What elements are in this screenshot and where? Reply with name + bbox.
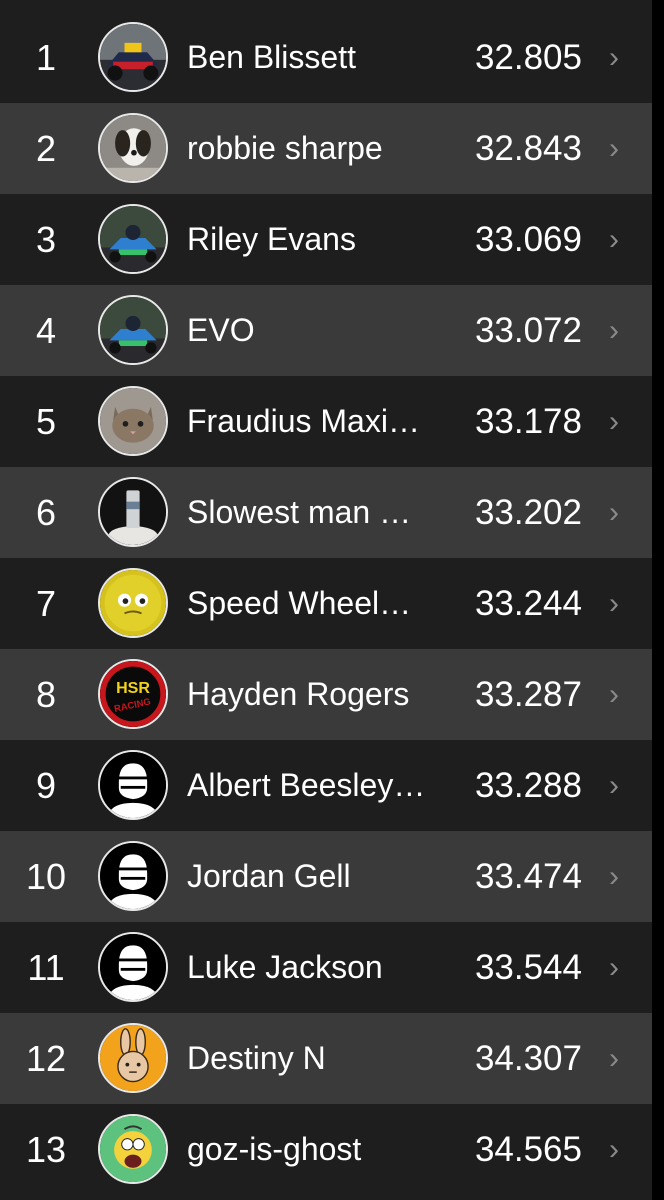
leaderboard-row[interactable]: 4 EVO 33.072 › xyxy=(0,285,652,376)
driver-name: robbie sharpe xyxy=(187,130,383,166)
rank-number: 1 xyxy=(35,37,57,78)
chevron-right-icon[interactable]: › xyxy=(603,194,625,285)
chevron-right-icon[interactable]: › xyxy=(603,285,625,376)
lap-time: 33.288 xyxy=(474,766,582,805)
leaderboard-row[interactable]: 9 Albert Beesley… 33.288 › xyxy=(0,740,652,831)
rank-number: 7 xyxy=(35,583,57,624)
lap-time: 33.202 xyxy=(474,493,582,532)
rank-number: 11 xyxy=(27,947,65,988)
lap-time: 33.178 xyxy=(474,402,582,441)
driver-name: Destiny N xyxy=(187,1040,326,1076)
chevron-right-icon[interactable]: › xyxy=(603,922,625,1013)
lap-time: 33.069 xyxy=(474,220,582,259)
rank-number: 3 xyxy=(35,219,57,260)
chevron-right-icon[interactable]: › xyxy=(603,376,625,467)
leaderboard-row[interactable]: 6 Slowest man … 33.202 › xyxy=(0,467,652,558)
leaderboard-row[interactable]: 5 Fraudius Maxi… 33.178 › xyxy=(0,376,652,467)
leaderboard-row[interactable]: 12 Destiny N 34.307 › xyxy=(0,1013,652,1104)
rank-number: 2 xyxy=(35,128,57,169)
svg-text:HSR: HSR xyxy=(116,679,150,697)
lap-time: 33.287 xyxy=(474,675,582,714)
chevron-right-icon[interactable]: › xyxy=(603,558,625,649)
lap-time: 33.072 xyxy=(474,311,582,350)
chevron-right-icon[interactable]: › xyxy=(603,740,625,831)
dog-photo-avatar xyxy=(98,113,168,183)
lap-time: 34.307 xyxy=(474,1039,582,1078)
driver-name: goz-is-ghost xyxy=(187,1131,362,1167)
driver-name: Albert Beesley… xyxy=(187,767,426,803)
leaderboard-row[interactable]: 10 Jordan Gell 33.474 › xyxy=(0,831,652,922)
bunny-cartoon-avatar xyxy=(98,1023,168,1093)
lap-time: 33.474 xyxy=(474,857,582,896)
scroll-edge xyxy=(652,0,664,1200)
driver-name: Slowest man … xyxy=(187,494,412,530)
rank-number: 8 xyxy=(35,674,57,715)
hsr-racing-logo-avatar: HSR RACING xyxy=(98,659,168,729)
leaderboard-row[interactable]: 8 HSR RACING Hayden Rogers 33.287 › xyxy=(0,649,652,740)
driver-name: Hayden Rogers xyxy=(187,676,410,712)
rank-number: 12 xyxy=(25,1038,67,1079)
leaderboard-row[interactable]: 1 Ben Blissett 32.805 › xyxy=(0,12,652,103)
rank-number: 4 xyxy=(35,310,57,351)
cat-photo-avatar xyxy=(98,386,168,456)
leaderboard-row[interactable]: 11 Luke Jackson 33.544 › xyxy=(0,922,652,1013)
driver-name: Riley Evans xyxy=(187,221,356,257)
leaderboard-row[interactable]: 2 robbie sharpe 32.843 › xyxy=(0,103,652,194)
homer-cartoon-avatar xyxy=(98,1114,168,1184)
leaderboard-row[interactable]: 7 Speed Wheel… 33.244 › xyxy=(0,558,652,649)
driver-name: Speed Wheel… xyxy=(187,585,412,621)
lap-time: 33.544 xyxy=(474,948,582,987)
chevron-right-icon[interactable]: › xyxy=(603,649,625,740)
race-car-photo-avatar xyxy=(98,22,168,92)
driver-name: Luke Jackson xyxy=(187,949,383,985)
chevron-right-icon[interactable]: › xyxy=(603,467,625,558)
leaderboard-row[interactable]: 13 goz-is-ghost 34.565 › xyxy=(0,1104,652,1195)
chevron-right-icon[interactable]: › xyxy=(603,1104,625,1195)
yellow-face-avatar xyxy=(98,568,168,638)
driver-name: EVO xyxy=(187,312,255,348)
lap-time: 32.843 xyxy=(474,129,582,168)
can-photo-avatar xyxy=(98,477,168,547)
rank-number: 5 xyxy=(35,401,57,442)
karting-photo-avatar xyxy=(98,295,168,365)
karting-photo-avatar xyxy=(98,204,168,274)
lap-time: 34.565 xyxy=(474,1130,582,1169)
driver-name: Ben Blissett xyxy=(187,39,356,75)
default-helmet-avatar xyxy=(98,750,168,820)
rank-number: 13 xyxy=(25,1129,67,1170)
chevron-right-icon[interactable]: › xyxy=(603,103,625,194)
lap-time: 33.244 xyxy=(474,584,582,623)
chevron-right-icon[interactable]: › xyxy=(603,12,625,103)
driver-name: Jordan Gell xyxy=(187,858,351,894)
leaderboard-row[interactable]: 3 Riley Evans 33.069 › xyxy=(0,194,652,285)
driver-name: Fraudius Maxi… xyxy=(187,403,420,439)
lap-time: 32.805 xyxy=(474,38,582,77)
chevron-right-icon[interactable]: › xyxy=(603,1013,625,1104)
rank-number: 6 xyxy=(35,492,57,533)
rank-number: 10 xyxy=(25,856,67,897)
default-helmet-avatar xyxy=(98,841,168,911)
chevron-right-icon[interactable]: › xyxy=(603,831,625,922)
leaderboard: 1 Ben Blissett 32.805 › 2 robbie sharpe 32.843… xyxy=(0,0,652,1200)
rank-number: 9 xyxy=(35,765,57,806)
default-helmet-avatar xyxy=(98,932,168,1002)
